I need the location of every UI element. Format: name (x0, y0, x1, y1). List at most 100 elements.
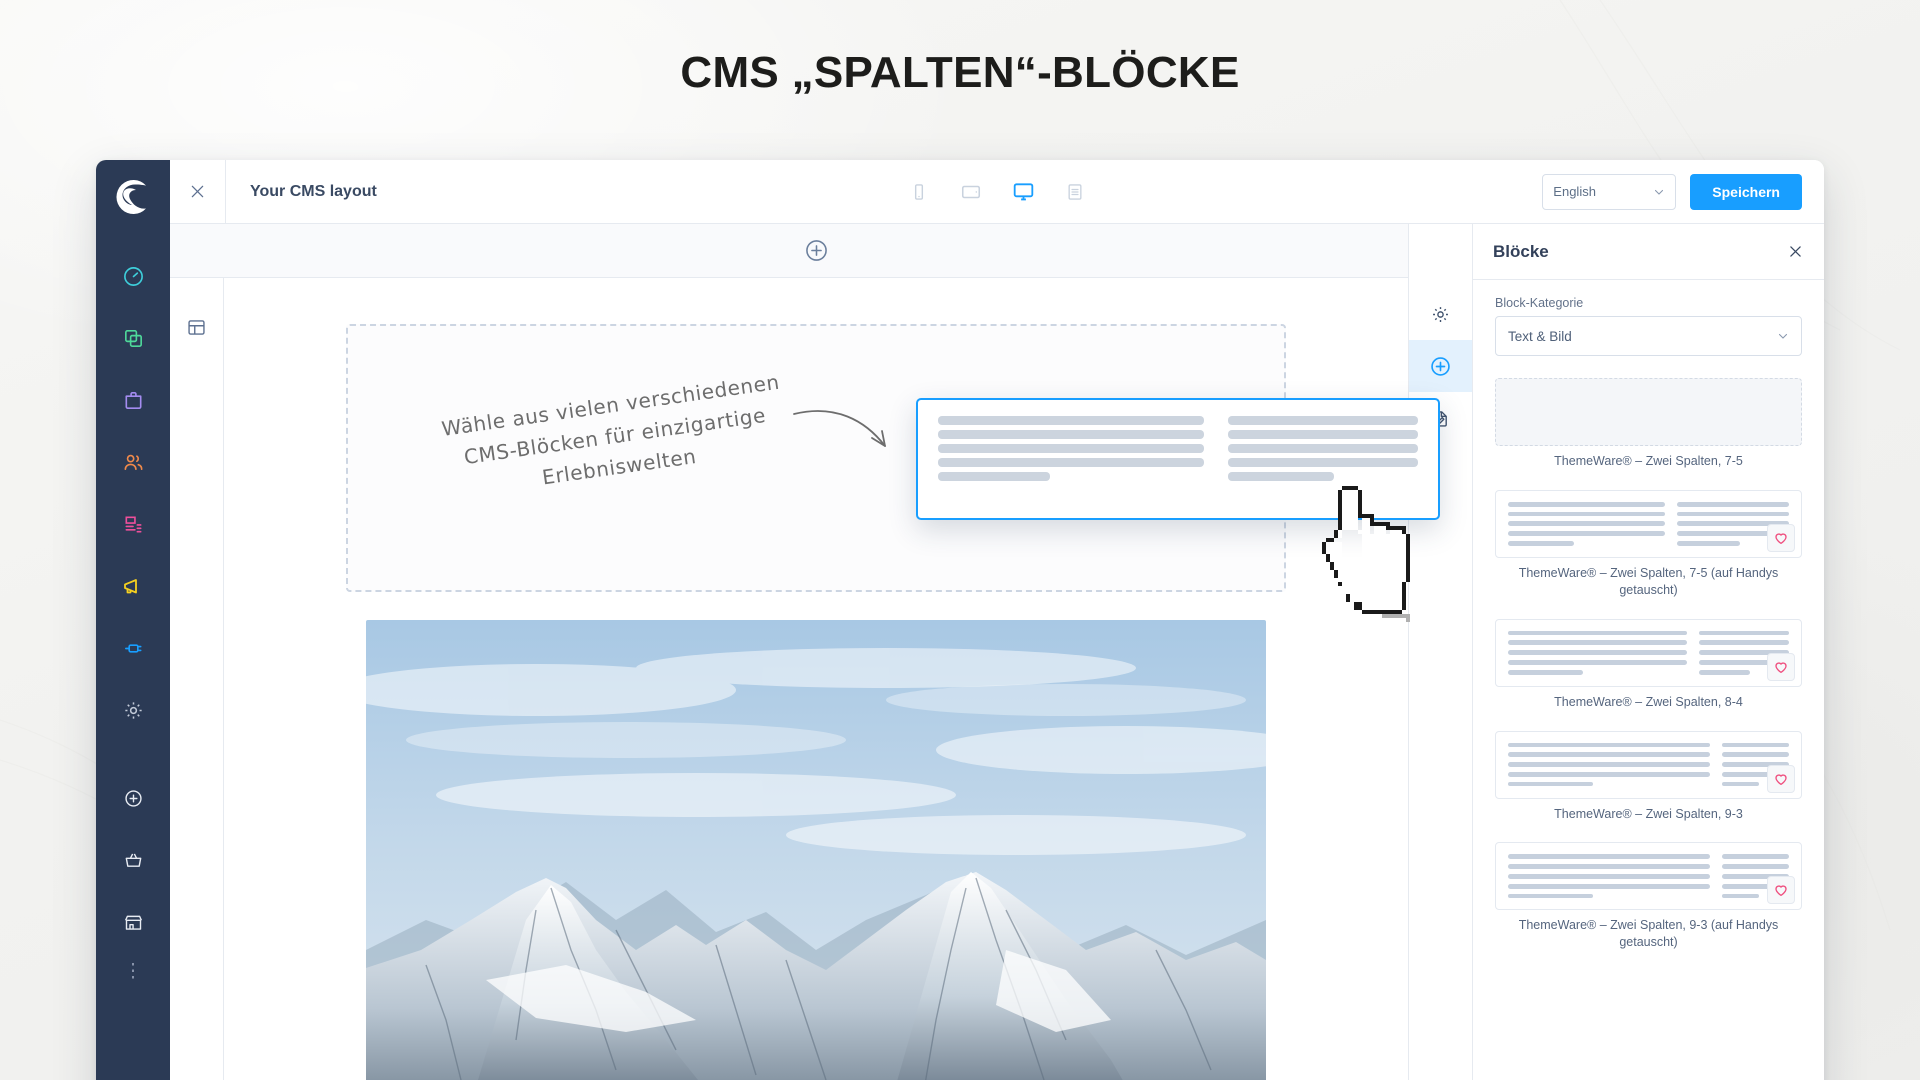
panel-settings-button[interactable] (1409, 288, 1473, 340)
sidebar-item-settings[interactable] (111, 688, 155, 732)
block-left-column (1508, 630, 1688, 675)
shopware-logo[interactable] (110, 174, 156, 220)
block-left-column (1508, 742, 1710, 787)
sidebar-item-content[interactable] (111, 502, 155, 546)
heart-icon (1775, 662, 1787, 673)
language-select[interactable]: English (1542, 173, 1677, 210)
dragged-block-preview[interactable] (916, 398, 1440, 520)
top-toolbar: Your CMS layout English Speichern (170, 160, 1824, 224)
block-line (1508, 521, 1665, 527)
sidebar-item-extensions[interactable] (111, 626, 155, 670)
gear-icon (1433, 306, 1448, 322)
sidebar-item-dashboard[interactable] (111, 254, 155, 298)
block-line (1508, 854, 1710, 860)
block-line (1699, 669, 1750, 675)
mountain-photo (366, 620, 1266, 1080)
favorite-button[interactable] (1767, 764, 1795, 793)
favorite-button[interactable] (1767, 652, 1795, 681)
block-label: ThemeWare® – Zwei Spalten, 9-3 (1554, 806, 1743, 821)
block-line (1508, 640, 1688, 646)
block-line (1508, 742, 1710, 748)
main-sidebar: ⋮ (96, 160, 170, 1080)
block-list-item[interactable]: ThemeWare® – Zwei Spalten, 9-3 (1495, 730, 1802, 823)
close-editor-button[interactable] (170, 160, 226, 223)
blocks-panel-header: Blöcke (1473, 224, 1824, 280)
block-line (1699, 630, 1789, 636)
list-view-icon (1068, 183, 1082, 200)
block-line (1508, 883, 1710, 889)
block-list: ThemeWare® – Zwei Spalten, 7-5 ThemeWare®… (1495, 378, 1802, 951)
chevron-down-icon (1778, 333, 1788, 339)
block-list-item[interactable]: ThemeWare® – Zwei Spalten, 7-5 (1495, 378, 1802, 470)
panel-rail (1408, 224, 1473, 1080)
device-tablet-button[interactable] (955, 176, 987, 208)
blocks-panel-title: Blöcke (1493, 241, 1549, 261)
block-line (1508, 893, 1593, 899)
sidebar-item-store[interactable] (111, 900, 155, 944)
favorite-button[interactable] (1767, 523, 1795, 552)
block-line (1721, 864, 1789, 869)
block-list-item[interactable]: ThemeWare® – Zwei Spalten, 7-5 (auf Hand… (1495, 489, 1802, 599)
block-list-item[interactable]: ThemeWare® – Zwei Spalten, 9-3 (auf Hand… (1495, 842, 1802, 951)
canvas-column (170, 224, 1408, 1080)
block-category-value: Text & Bild (1508, 328, 1572, 344)
block-line (1508, 762, 1710, 767)
device-mobile-button[interactable] (903, 176, 935, 208)
block-line (1699, 640, 1789, 646)
blocks-panel-close-button[interactable] (1787, 243, 1804, 260)
block-preview[interactable] (1495, 618, 1802, 687)
mobile-icon (914, 183, 924, 200)
block-label: ThemeWare® – Zwei Spalten, 9-3 (auf Hand… (1518, 918, 1779, 950)
block-line (1508, 752, 1710, 758)
desktop-icon (1013, 183, 1033, 201)
hero-image[interactable] (366, 620, 1266, 1080)
sidebar-item-more[interactable]: ⋮ (124, 962, 143, 981)
block-line (1508, 541, 1574, 546)
section-rail (170, 224, 224, 1080)
layout-grid-icon[interactable] (180, 310, 214, 344)
sidebar-item-customers[interactable] (111, 440, 155, 484)
toolbar-actions: English Speichern (1542, 173, 1824, 210)
device-preview-switch (903, 176, 1091, 208)
block-preview[interactable] (1495, 489, 1802, 558)
block-line (1676, 541, 1740, 546)
drag-ghost-right-column (1228, 416, 1418, 502)
sidebar-item-orders[interactable] (111, 378, 155, 422)
device-listview-button[interactable] (1059, 176, 1091, 208)
block-line (1721, 854, 1789, 860)
block-label: ThemeWare® – Zwei Spalten, 8-4 (1554, 694, 1743, 709)
block-line (1508, 873, 1710, 879)
heart-icon (1775, 533, 1787, 544)
block-line (1508, 630, 1688, 636)
save-button[interactable]: Speichern (1690, 173, 1802, 210)
block-line (1508, 501, 1665, 507)
heart-icon (1775, 773, 1787, 785)
block-line (1676, 511, 1789, 517)
sidebar-item-catalogues[interactable] (111, 316, 155, 360)
app-body: Your CMS layout English Speichern Blöcke… (170, 160, 1824, 1080)
blocks-panel-body: Block-Kategorie Text & Bild ThemeWare® –… (1473, 280, 1824, 1080)
block-line (1508, 669, 1584, 675)
language-value: English (1553, 184, 1596, 199)
panel-add-blocks-button[interactable] (1408, 340, 1473, 392)
block-line (1721, 893, 1760, 899)
block-line (1508, 511, 1665, 517)
block-preview[interactable] (1495, 378, 1802, 446)
close-icon (1790, 246, 1801, 257)
block-preview[interactable] (1495, 730, 1802, 799)
sidebar-item-add[interactable] (111, 776, 155, 820)
block-list-item[interactable]: ThemeWare® – Zwei Spalten, 8-4 (1495, 618, 1802, 711)
sidebar-item-basket[interactable] (111, 838, 155, 882)
block-left-column (1508, 854, 1710, 899)
device-desktop-button[interactable] (1007, 176, 1039, 208)
sidebar-item-marketing[interactable] (111, 564, 155, 608)
favorite-button[interactable] (1767, 876, 1795, 905)
block-preview[interactable] (1495, 842, 1802, 911)
block-line (1508, 650, 1688, 656)
block-category-select[interactable]: Text & Bild (1495, 316, 1802, 356)
block-label: ThemeWare® – Zwei Spalten, 7-5 (1554, 454, 1743, 468)
block-line (1508, 781, 1593, 787)
app-window: ⋮ Your CMS layout English Speichern Blöc… (96, 160, 1824, 1080)
add-section-button[interactable] (804, 238, 829, 263)
block-line (1508, 660, 1688, 665)
